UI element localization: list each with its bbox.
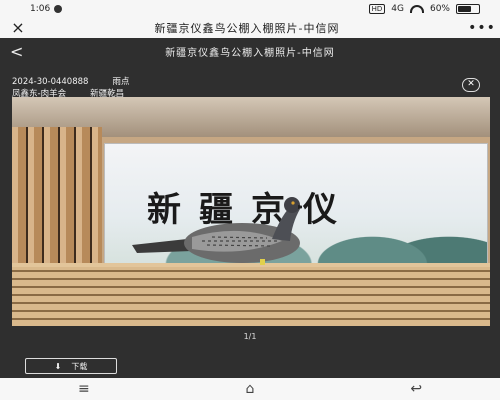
wifi-icon	[409, 5, 424, 13]
close-icon[interactable]: ✕	[462, 78, 480, 92]
download-icon: ⬇	[54, 361, 62, 371]
close-icon[interactable]: ×	[0, 18, 30, 38]
status-bar: 1:06 HD 4G 60%	[0, 0, 500, 18]
page-title: 新疆京仪鑫鸟公棚入棚照片-中信网	[154, 22, 340, 35]
ring-number: 2024-30-0440888	[12, 77, 89, 87]
battery-percent: 60%	[429, 4, 450, 14]
notification-icon	[54, 5, 63, 13]
viewer-title: 新疆京仪鑫鸟公棚入棚照片-中信网	[165, 48, 335, 59]
back-icon[interactable]: ↩	[410, 381, 422, 397]
image-viewer: < 新疆京仪鑫鸟公棚入棚照片-中信网 2024-30-0440888 雨点 凤鑫…	[0, 38, 500, 378]
status-time: 1:06	[30, 4, 51, 14]
signal-label: 4G	[391, 4, 404, 14]
download-label: 下载	[71, 361, 88, 371]
pigeon-color: 雨点	[112, 77, 130, 87]
hd-badge: HD	[368, 4, 386, 14]
app-header: × 新疆京仪鑫鸟公棚入棚照片-中信网 •••	[0, 18, 500, 38]
pigeon-image	[132, 197, 302, 265]
pigeon-photo[interactable]: 新疆京仪	[12, 97, 490, 326]
page-indicator: 1/1	[243, 332, 257, 341]
download-button[interactable]: ⬇ 下载	[25, 358, 117, 374]
more-options-icon[interactable]: •••	[464, 20, 500, 36]
menu-icon[interactable]: ≡	[78, 381, 90, 397]
system-nav-bar: ≡ ⌂ ↩	[0, 378, 500, 400]
photo-floor	[12, 267, 490, 326]
home-icon[interactable]: ⌂	[246, 381, 255, 397]
battery-icon	[456, 4, 480, 14]
